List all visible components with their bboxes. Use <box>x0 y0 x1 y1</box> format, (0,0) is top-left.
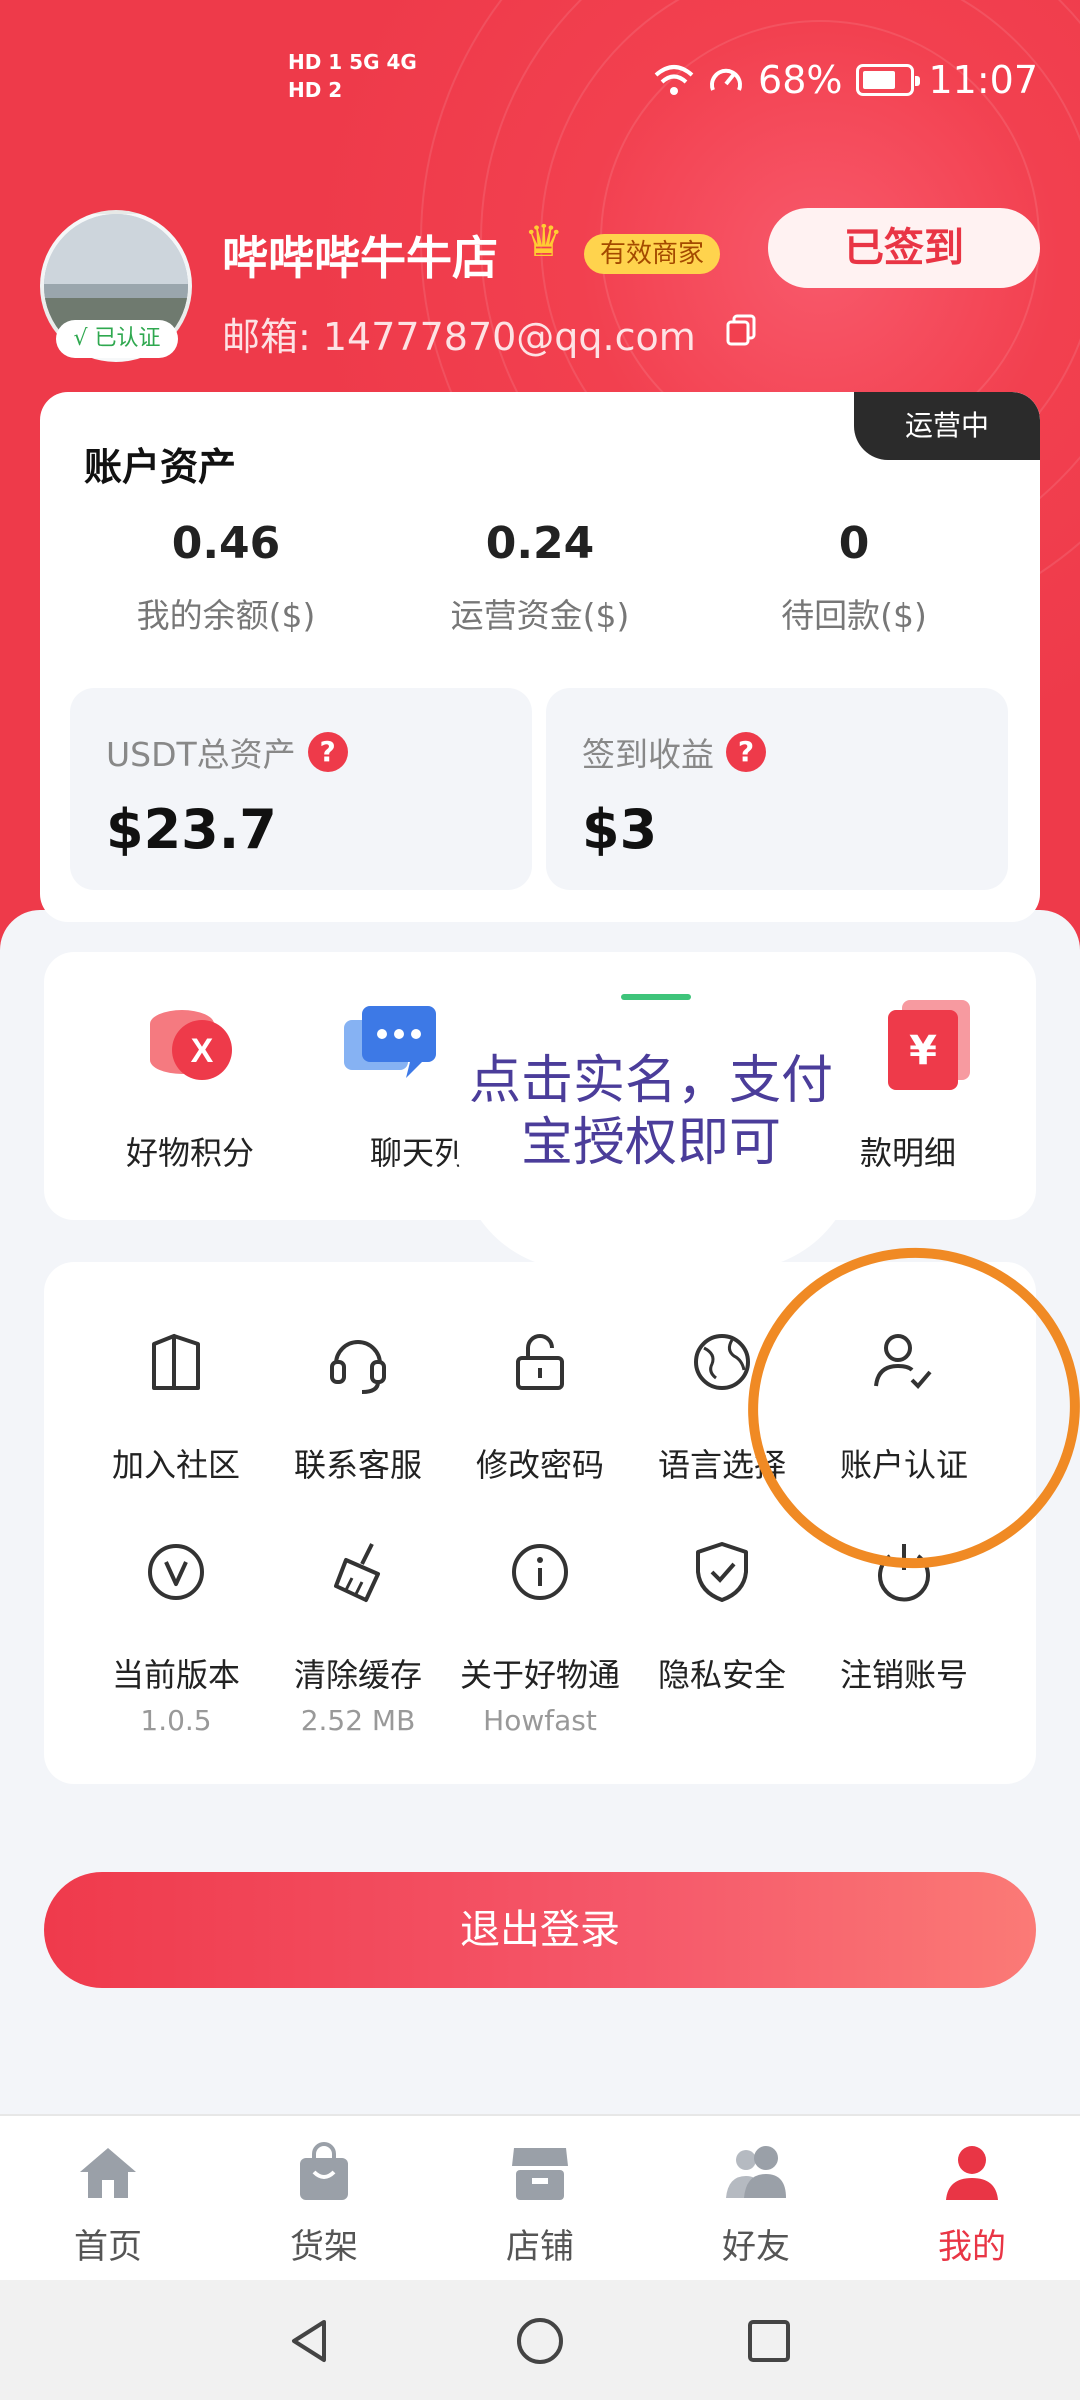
wifi-icon <box>654 65 694 95</box>
nav-label: 店铺 <box>506 2227 574 2267</box>
svg-text:X: X <box>191 1032 214 1070</box>
version-number: 1.0.5 <box>140 1704 212 1737</box>
verified-badge: √ 已认证 <box>56 320 178 358</box>
menu-privacy[interactable]: 隐私安全 <box>632 1536 812 1696</box>
store-icon <box>512 2148 568 2200</box>
app-name: Howfast <box>483 1704 597 1737</box>
quick-action-label: 好物积分 <box>125 1134 254 1172</box>
bottom-navigation: 首页 货架 店铺 好友 我的 <box>0 2114 1080 2280</box>
recents-icon[interactable] <box>744 2316 794 2366</box>
nav-label: 货架 <box>290 2227 358 2267</box>
globe-icon <box>694 1334 750 1390</box>
headset-icon <box>330 1340 386 1394</box>
copy-icon[interactable] <box>726 314 756 346</box>
logout-button[interactable]: 退出登录 <box>44 1872 1036 1988</box>
help-icon[interactable]: ? <box>307 732 348 772</box>
quick-action-points[interactable]: X 好物积分 <box>90 994 290 1174</box>
nav-label: 我的 <box>938 2227 1006 2267</box>
menu-label: 联系客服 <box>293 1446 422 1484</box>
annotation-text: 点击实名，支付宝授权即可 <box>468 1051 833 1173</box>
shield-icon <box>696 1542 748 1602</box>
balance-value: 0.46 <box>171 518 281 569</box>
menu-join-community[interactable]: 加入社区 <box>86 1326 266 1486</box>
operating-funds-label: 运营资金($) <box>450 596 630 635</box>
network-top-text: HD 1 5G 4G <box>288 50 417 74</box>
menu-label: 加入社区 <box>111 1446 240 1484</box>
me-icon <box>946 2146 998 2200</box>
usdt-label: USDT总资产 <box>106 735 296 774</box>
balance-stat[interactable]: 0.46 我的余额($) <box>76 518 376 637</box>
menu-label: 当前版本 <box>111 1656 240 1694</box>
network-indicators: HD 1 5G 4G HD 2 <box>288 48 417 104</box>
menu-label: 清除缓存 <box>293 1656 422 1694</box>
usdt-assets-card[interactable]: USDT总资产 ? $23.7 <box>70 688 532 890</box>
nav-label: 首页 <box>74 2227 142 2267</box>
quick-action-label: 款明细 <box>860 1134 957 1172</box>
menu-clear-cache[interactable]: 清除缓存 2.52 MB <box>268 1536 448 1737</box>
shop-name: 哔哔哔牛牛店 <box>222 231 498 285</box>
usdt-value: $23.7 <box>106 798 277 861</box>
status-badge: 运营中 <box>854 392 1040 460</box>
pending-payment-value: 0 <box>838 518 870 569</box>
back-icon[interactable] <box>284 2316 334 2366</box>
points-icon: X <box>150 1010 232 1080</box>
menu-version[interactable]: 当前版本 1.0.5 <box>86 1536 266 1737</box>
home-circle-icon[interactable] <box>515 2316 565 2366</box>
nav-home[interactable]: 首页 <box>28 2142 188 2268</box>
checkin-label: 签到收益 <box>582 735 714 774</box>
menu-contact-support[interactable]: 联系客服 <box>268 1326 448 1486</box>
balance-label: 我的余额($) <box>136 596 316 635</box>
checkin-earnings-card[interactable]: 签到收益 ? $3 <box>546 688 1008 890</box>
signin-button[interactable]: 已签到 <box>768 208 1040 288</box>
nav-label: 好友 <box>722 2227 790 2267</box>
battery-icon <box>856 64 921 96</box>
version-icon <box>148 1544 204 1600</box>
nav-me[interactable]: 我的 <box>892 2142 1052 2268</box>
system-navigation-bar <box>0 2280 1080 2400</box>
nav-friends[interactable]: 好友 <box>676 2142 836 2268</box>
crown-icon: ♛ <box>524 216 564 267</box>
menu-about[interactable]: 关于好物通 Howfast <box>450 1536 630 1737</box>
quick-action-details[interactable]: ¥ 款明细 <box>840 994 1020 1174</box>
merchant-badge: 有效商家 <box>584 234 721 274</box>
checkin-value: $3 <box>582 798 658 861</box>
network-bottom-text: HD 2 <box>288 78 343 102</box>
nav-shelf[interactable]: 货架 <box>244 2142 404 2268</box>
menu-change-password[interactable]: 修改密码 <box>450 1326 630 1486</box>
bag-icon <box>300 2142 348 2200</box>
broom-icon <box>334 1543 380 1602</box>
clock: 11:07 <box>928 58 1038 102</box>
help-icon[interactable]: ? <box>726 732 766 772</box>
menu-label: 修改密码 <box>475 1446 604 1484</box>
status-bar: HD 1 5G 4G HD 2 68% 11:07 <box>0 0 1080 160</box>
friends-icon <box>726 2146 786 2198</box>
svg-text:¥: ¥ <box>909 1028 937 1074</box>
nav-store[interactable]: 店铺 <box>460 2142 620 2268</box>
menu-label: 隐私安全 <box>657 1656 786 1694</box>
battery-percent: 68% <box>758 58 843 102</box>
chat-icon <box>344 1006 436 1078</box>
quick-action-chat[interactable]: 聊天列表 <box>320 994 460 1174</box>
community-icon <box>152 1334 200 1390</box>
quick-action-label: 聊天列表 <box>370 1134 460 1172</box>
operating-funds-stat[interactable]: 0.24 运营资金($) <box>390 518 690 637</box>
menu-label: 注销账号 <box>839 1656 968 1694</box>
assets-title: 账户资产 <box>84 445 237 489</box>
email-text: 邮箱: 14777870@qq.com <box>222 315 696 359</box>
pending-payment-stat[interactable]: 0 待回款($) <box>704 518 1004 637</box>
pending-payment-label: 待回款($) <box>781 596 927 635</box>
menu-label: 关于好物通 <box>459 1656 620 1694</box>
lock-icon <box>516 1334 564 1390</box>
detail-icon: ¥ <box>888 1000 970 1090</box>
cache-size: 2.52 MB <box>300 1704 416 1737</box>
home-icon <box>80 2148 136 2198</box>
operating-funds-value: 0.24 <box>485 518 595 569</box>
info-icon <box>512 1544 568 1600</box>
speed-icon <box>710 68 742 91</box>
assets-card: 运营中 账户资产 0.46 我的余额($) 0.24 运营资金($) 0 待回款… <box>40 392 1040 922</box>
